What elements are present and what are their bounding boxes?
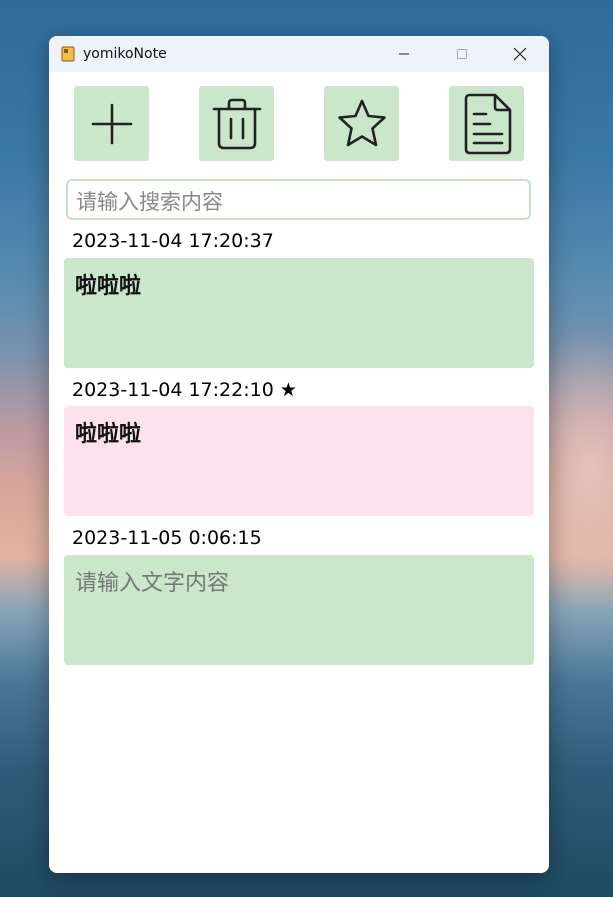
minimize-button[interactable] [375,36,433,72]
minimize-icon [399,53,409,55]
desktop-background: yomikoNote 请输入搜索内容 2023-11-04 17:20:37 啦… [0,0,613,897]
search-input[interactable]: 请输入搜索内容 [66,179,531,220]
note-card[interactable]: 啦啦啦 [64,406,534,516]
notebook-app-icon [61,46,75,62]
delete-note-button[interactable] [199,86,274,161]
trash-icon [212,98,261,149]
note-card[interactable]: 啦啦啦 [64,258,534,368]
document-button[interactable] [449,86,524,161]
window-controls [375,36,549,72]
favorite-note-button[interactable] [324,86,399,161]
maximize-icon [457,49,467,59]
note-text: 啦啦啦 [75,273,142,299]
plus-icon [91,103,132,144]
note-text: 啦啦啦 [75,421,142,447]
note-date: 2023-11-04 17:22:10 ★ [72,379,297,401]
app-window: yomikoNote 请输入搜索内容 2023-11-04 17:20:37 啦… [49,36,549,873]
document-icon [464,93,511,154]
add-note-button[interactable] [74,86,149,161]
window-title: yomikoNote [83,46,167,62]
close-button[interactable] [491,36,549,72]
note-card[interactable]: 请输入文字内容 [64,555,534,665]
note-date: 2023-11-04 17:20:37 [72,230,274,252]
note-placeholder: 请输入文字内容 [75,571,230,596]
title-bar[interactable]: yomikoNote [49,36,549,72]
maximize-button[interactable] [433,36,491,72]
star-icon [337,99,386,146]
toolbar [49,72,549,178]
close-icon [513,47,527,61]
note-date: 2023-11-05 0:06:15 [72,527,262,549]
